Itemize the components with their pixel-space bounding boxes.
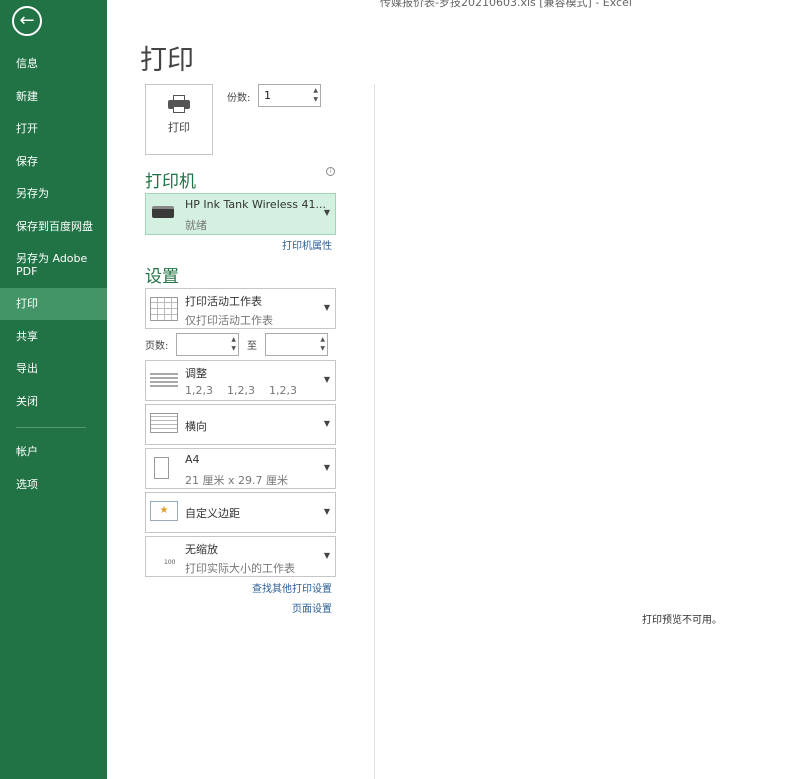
collate-title: 调整 xyxy=(185,367,207,380)
chevron-down-icon: ▼ xyxy=(323,551,330,560)
chevron-down-icon: ▼ xyxy=(323,375,330,384)
orientation-dropdown[interactable]: 横向 ▼ xyxy=(145,404,336,445)
pages-to-label: 至 xyxy=(247,341,257,352)
pages-from-stepper[interactable]: ▲ ▼ xyxy=(176,333,239,356)
spin-arrows-icon[interactable]: ▲ ▼ xyxy=(320,335,325,353)
back-button[interactable]: ← xyxy=(12,6,42,36)
chevron-down-icon: ▼ xyxy=(323,463,330,472)
sidebar-item-info[interactable]: 信息 xyxy=(0,57,107,70)
spin-arrows-icon[interactable]: ▲ ▼ xyxy=(231,335,236,353)
sidebar-item-options[interactable]: 选项 xyxy=(0,478,107,491)
orientation-title: 横向 xyxy=(185,420,207,433)
print-what-title: 打印活动工作表 xyxy=(185,295,262,308)
paper-sub: 21 厘米 x 29.7 厘米 xyxy=(185,474,288,487)
sidebar-item-close[interactable]: 关闭 xyxy=(0,395,107,408)
printer-dropdown[interactable]: HP Ink Tank Wireless 41... 就绪 ▼ xyxy=(145,193,336,235)
sidebar-item-share[interactable]: 共享 xyxy=(0,330,107,343)
margins-title: 自定义边距 xyxy=(185,507,240,520)
paper-size-dropdown[interactable]: A4 21 厘米 x 29.7 厘米 ▼ xyxy=(145,448,336,489)
chevron-down-icon: ▼ xyxy=(323,208,330,217)
page-title: 打印 xyxy=(140,45,194,76)
sidebar-item-save-pdf[interactable]: 另存为 Adobe PDF xyxy=(0,252,107,278)
collate-dropdown[interactable]: 调整 1,2,3 1,2,3 1,2,3 ▼ xyxy=(145,360,336,401)
window-title: 传媒报价表-罗技20210603.xls [兼容模式] - Excel xyxy=(380,0,632,9)
print-what-sub: 仅打印活动工作表 xyxy=(185,314,273,327)
sidebar-item-export[interactable]: 导出 xyxy=(0,362,107,375)
copies-stepper[interactable]: 1 ▲ ▼ xyxy=(258,84,321,107)
printer-status: 就绪 xyxy=(185,219,207,232)
chevron-down-icon: ▼ xyxy=(323,507,330,516)
preview-divider xyxy=(374,84,375,779)
sidebar-item-save-as[interactable]: 另存为 xyxy=(0,187,107,200)
printer-name: HP Ink Tank Wireless 41... xyxy=(185,198,326,211)
page-setup-link[interactable]: 页面设置 xyxy=(292,600,332,615)
scaling-icon: 100 xyxy=(164,559,176,566)
margins-dropdown[interactable]: ★ 自定义边距 ▼ xyxy=(145,492,336,533)
collate-icon xyxy=(150,373,178,387)
printer-properties-link[interactable]: 打印机属性 xyxy=(282,237,332,252)
scaling-sub: 打印实际大小的工作表 xyxy=(185,562,295,575)
scaling-title: 无缩放 xyxy=(185,543,218,556)
preview-unavailable-message: 打印预览不可用。 xyxy=(642,615,722,626)
chevron-down-icon: ▼ xyxy=(323,303,330,312)
paper-icon xyxy=(154,457,169,479)
printer-heading: 打印机 xyxy=(145,172,196,192)
print-what-dropdown[interactable]: 打印活动工作表 仅打印活动工作表 ▼ xyxy=(145,288,336,329)
spin-arrows-icon[interactable]: ▲ ▼ xyxy=(313,86,318,104)
backstage-sidebar: ← 信息 新建 打开 保存 另存为 保存到百度网盘 另存为 Adobe PDF … xyxy=(0,0,107,779)
landscape-page-icon xyxy=(150,413,178,433)
chevron-down-icon: ▼ xyxy=(323,419,330,428)
sidebar-divider xyxy=(16,427,86,428)
sidebar-item-save-baidu[interactable]: 保存到百度网盘 xyxy=(0,220,107,233)
settings-heading: 设置 xyxy=(145,267,179,287)
print-button-label: 打印 xyxy=(168,121,190,134)
sidebar-item-save[interactable]: 保存 xyxy=(0,155,107,168)
more-print-settings-link[interactable]: 查找其他打印设置 xyxy=(252,580,332,595)
printer-device-icon xyxy=(150,202,178,226)
copies-value: 1 xyxy=(264,89,271,102)
scaling-dropdown[interactable]: 100 无缩放 打印实际大小的工作表 ▼ xyxy=(145,536,336,577)
pages-to-stepper[interactable]: ▲ ▼ xyxy=(265,333,328,356)
sheet-grid-icon xyxy=(150,297,178,321)
copies-label: 份数: xyxy=(227,93,251,104)
sidebar-item-account[interactable]: 帐户 xyxy=(0,445,107,458)
sidebar-item-new[interactable]: 新建 xyxy=(0,90,107,103)
sidebar-item-open[interactable]: 打开 xyxy=(0,122,107,135)
info-icon[interactable]: i xyxy=(326,167,335,176)
paper-title: A4 xyxy=(185,453,200,466)
sidebar-item-print[interactable]: 打印 xyxy=(0,288,107,320)
pages-label: 页数: xyxy=(145,341,169,352)
margins-icon: ★ xyxy=(150,501,178,521)
collate-sub: 1,2,3 1,2,3 1,2,3 xyxy=(185,384,297,397)
print-button[interactable]: 打印 xyxy=(145,84,213,155)
printer-icon xyxy=(168,95,190,113)
